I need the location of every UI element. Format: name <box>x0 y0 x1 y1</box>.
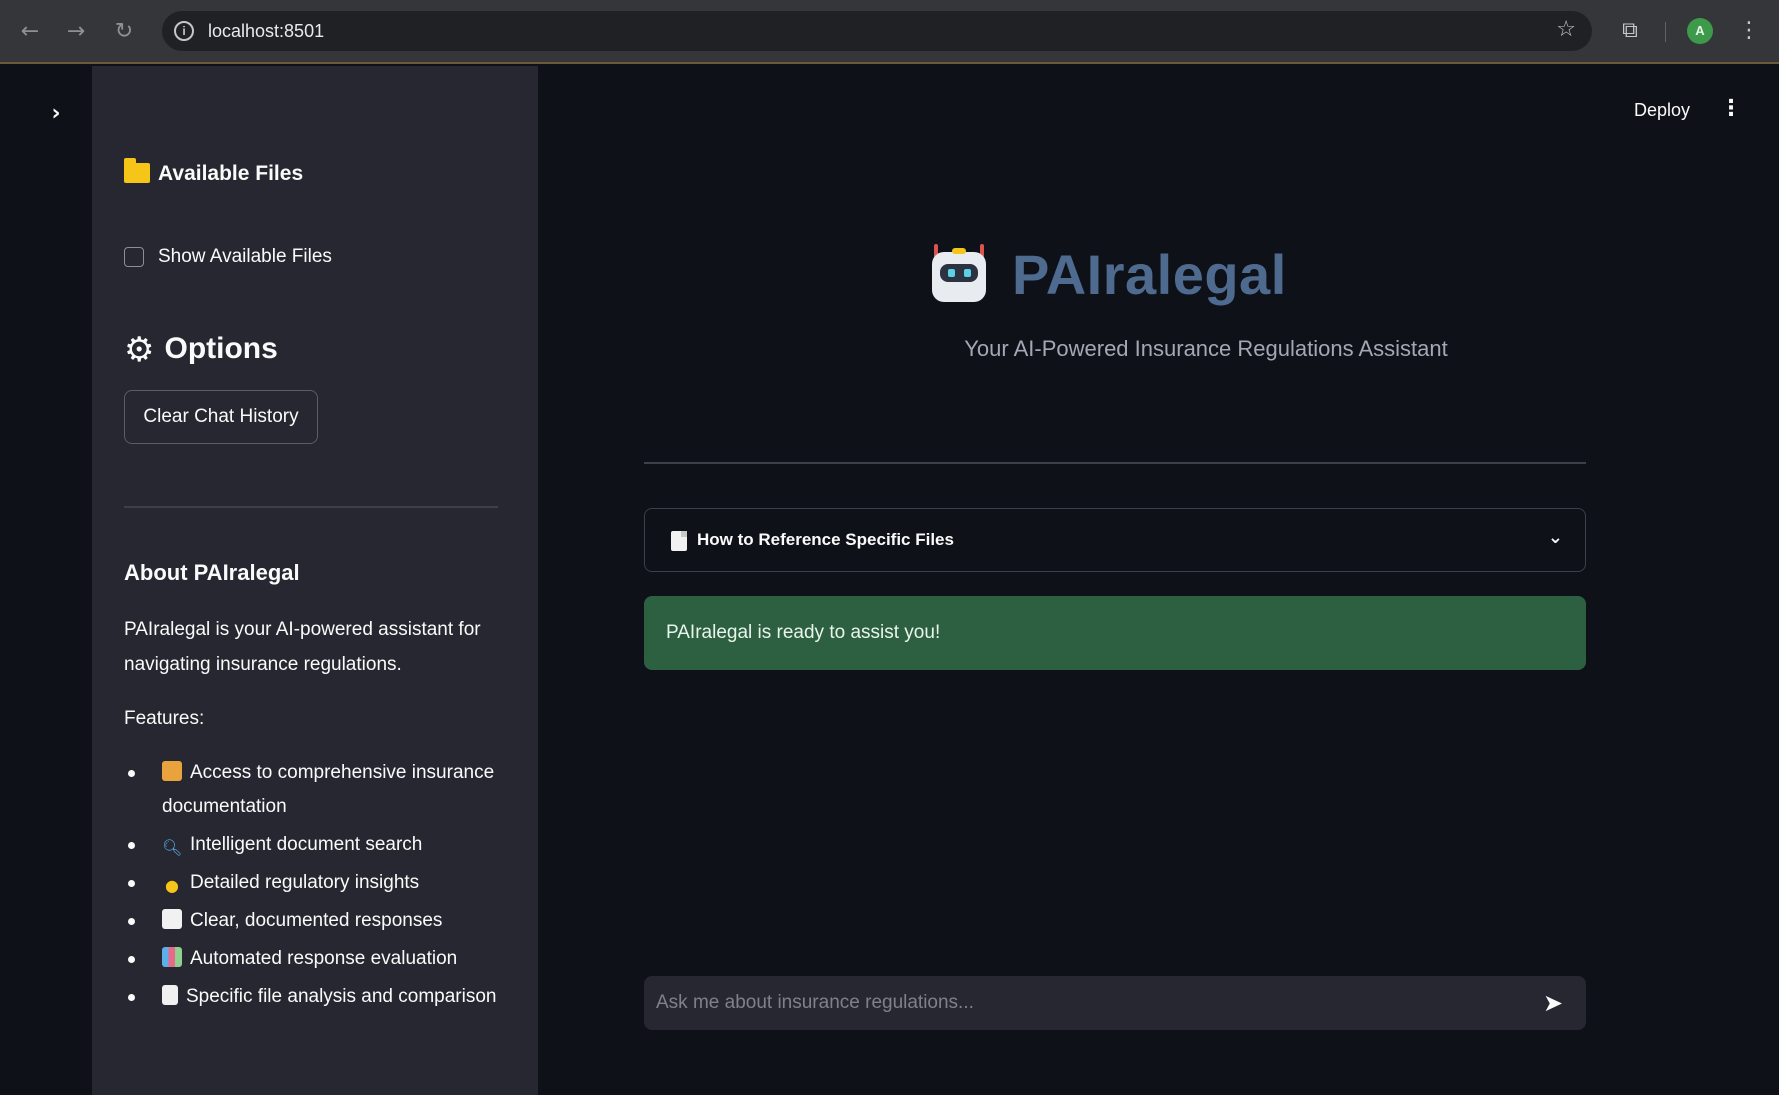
send-icon[interactable]: ➤ <box>1536 986 1570 1020</box>
options-heading: ⚙ Options <box>124 330 278 370</box>
feature-text: Detailed regulatory insights <box>190 872 420 893</box>
extensions-icon[interactable]: ⧉ <box>1617 18 1643 44</box>
list-item: 🔍︎ Intelligent document search <box>124 828 504 862</box>
list-item: Access to comprehensive insurance docume… <box>124 756 504 824</box>
reference-files-expander[interactable]: How to Reference Specific Files ⌄ <box>644 508 1586 572</box>
sidebar: Available Files Show Available Files ⚙ Op… <box>92 66 538 1095</box>
chat-input[interactable] <box>644 976 1586 1030</box>
address-bar[interactable]: i localhost:8501 ☆ <box>162 11 1592 51</box>
streamlit-app: › Available Files Show Available Files ⚙… <box>0 66 1779 1095</box>
browser-menu-icon[interactable]: ⋮ <box>1738 16 1760 46</box>
main-divider <box>644 462 1586 464</box>
feature-text: Intelligent document search <box>190 834 423 855</box>
status-alert: PAIralegal is ready to assist you! <box>644 596 1586 670</box>
show-files-checkbox-row[interactable]: Show Available Files <box>124 246 332 268</box>
sidebar-collapse-strip: › <box>0 66 92 1095</box>
list-item: Specific file analysis and comparison <box>124 980 504 1014</box>
list-item: Clear, documented responses <box>124 904 504 938</box>
browser-window: ← → ↻ i localhost:8501 ☆ ⧉ A ⋮ › Availab… <box>0 0 1779 1095</box>
toolbar-separator <box>1665 22 1666 42</box>
show-files-label[interactable]: Show Available Files <box>158 246 332 268</box>
lightbulb-icon: ● <box>165 876 179 895</box>
books-icon <box>162 761 182 781</box>
bar-chart-icon <box>162 947 182 967</box>
bookmark-star-icon[interactable]: ☆ <box>1556 17 1576 42</box>
available-files-heading-text: Available Files <box>158 162 304 185</box>
page-subtitle: Your AI-Powered Insurance Regulations As… <box>964 336 1448 361</box>
deploy-button[interactable]: Deploy <box>1634 100 1690 121</box>
sidebar-divider <box>124 506 498 508</box>
status-message: PAIralegal is ready to assist you! <box>666 622 941 643</box>
feature-list: Access to comprehensive insurance docume… <box>124 756 504 1014</box>
folder-icon <box>124 158 150 183</box>
feature-text: Automated response evaluation <box>190 948 458 969</box>
page-title: PAIralegal <box>1012 243 1287 306</box>
profile-avatar[interactable]: A <box>1687 18 1713 44</box>
gear-icon: ⚙ <box>124 330 155 370</box>
about-text: PAIralegal is your AI-powered assistant … <box>124 619 481 675</box>
chevron-right-icon[interactable]: › <box>44 102 68 126</box>
show-files-checkbox[interactable] <box>124 247 144 267</box>
page-icon <box>162 985 178 1005</box>
available-files-heading: Available Files <box>124 158 304 186</box>
memo-icon <box>671 531 687 551</box>
site-info-icon[interactable]: i <box>174 21 194 41</box>
magnifier-icon: 🔍︎ <box>162 838 183 857</box>
app-title-row: PAIralegal <box>928 242 1287 307</box>
clear-chat-history-button[interactable]: Clear Chat History <box>124 390 318 444</box>
reload-icon[interactable]: ↻ <box>110 18 138 46</box>
back-icon[interactable]: ← <box>16 18 44 46</box>
robot-icon <box>928 243 990 306</box>
list-item: Automated response evaluation <box>124 942 504 976</box>
address-url[interactable]: localhost:8501 <box>208 21 324 42</box>
browser-toolbar: ← → ↻ i localhost:8501 ☆ ⧉ A ⋮ <box>0 0 1779 64</box>
chevron-down-icon[interactable]: ⌄ <box>1548 527 1563 548</box>
features-label: Features: <box>124 708 205 729</box>
forward-icon[interactable]: → <box>62 18 90 46</box>
about-heading: About PAIralegal <box>124 560 300 585</box>
feature-text: Clear, documented responses <box>190 910 443 931</box>
memo-icon <box>162 909 182 929</box>
options-heading-text: Options <box>164 332 278 365</box>
main-content: Deploy ⋮ PAIralegal Your AI-Powered Insu… <box>538 66 1779 1095</box>
app-menu-icon[interactable]: ⋮ <box>1720 94 1742 124</box>
list-item: ● Detailed regulatory insights <box>124 866 504 900</box>
feature-text: Specific file analysis and comparison <box>186 986 497 1007</box>
expander-label[interactable]: How to Reference Specific Files <box>697 530 954 550</box>
feature-text: Access to comprehensive insurance docume… <box>162 762 495 817</box>
